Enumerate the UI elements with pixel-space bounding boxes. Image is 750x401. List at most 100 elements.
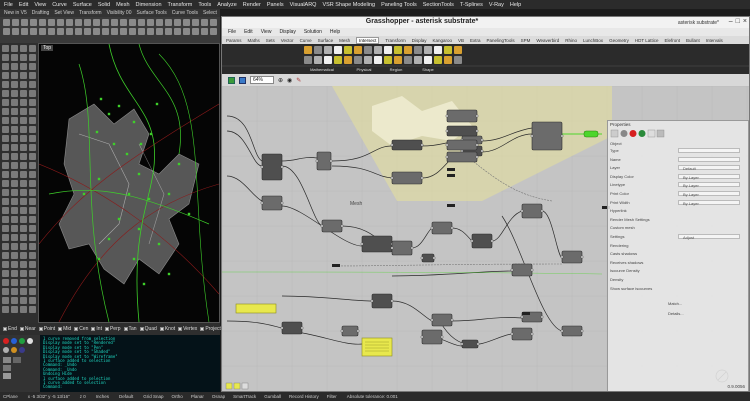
checkbox-icon[interactable] [139,327,144,331]
tool-icon[interactable] [414,56,422,64]
tool-icon[interactable] [2,135,9,142]
menu-view[interactable]: View [34,2,46,8]
menu-render[interactable]: Render [243,2,261,8]
checkbox-icon[interactable] [19,327,24,331]
tool-icon[interactable] [2,306,9,313]
tool-icon[interactable] [394,56,402,64]
output-port[interactable] [340,224,344,228]
tool-icon[interactable] [11,144,18,151]
output-port[interactable] [560,134,564,138]
control-point[interactable] [99,97,103,101]
property-row[interactable]: Settings Adjust [610,234,746,240]
input-port[interactable] [280,326,284,330]
tool-icon[interactable] [20,72,27,79]
input-port[interactable] [390,246,394,250]
checkbox-icon[interactable] [159,327,164,331]
tool-icon[interactable] [11,198,18,205]
tool-icon[interactable] [29,252,36,259]
tool-icon[interactable] [364,46,372,54]
tool-icon[interactable] [404,46,412,54]
tool-icon[interactable] [11,243,18,250]
menu-tools[interactable]: Tools [198,2,211,8]
tool-icon[interactable] [29,162,36,169]
tool-icon[interactable] [374,46,382,54]
toolbar-tab-select[interactable]: Select [203,10,217,16]
tool-icon[interactable] [120,19,127,26]
tool-icon[interactable] [138,28,145,35]
gh-component-node[interactable] [391,171,423,185]
gh-titlebar[interactable]: Grasshopper - asterisk substrate* asteri… [222,17,749,28]
checkbox-icon[interactable] [200,327,205,331]
control-point[interactable] [167,272,171,276]
output-port[interactable] [530,268,534,272]
osnap-mid[interactable]: Mid [58,326,71,332]
control-point[interactable] [107,112,111,116]
rhino-left-tool-palette[interactable] [0,43,38,323]
tool-icon[interactable] [29,126,36,133]
gh-tab-hdt-lattice[interactable]: HDT Lattice [635,38,659,43]
control-point[interactable] [142,282,146,286]
tool-icon[interactable] [20,63,27,70]
control-point[interactable] [132,257,136,261]
tool-icon[interactable] [20,198,27,205]
input-port[interactable] [430,226,434,230]
gh-component-node[interactable] [431,313,453,327]
tool-icon[interactable] [183,28,190,35]
tool-icon[interactable] [20,261,27,268]
tool-icon[interactable] [48,19,55,26]
canvas-corner-icon-3[interactable] [241,382,249,390]
tool-icon[interactable] [444,46,452,54]
property-row[interactable]: Isocurve Density [610,268,746,274]
tool-icon[interactable] [11,99,18,106]
gh-component-node[interactable] [511,327,533,341]
input-port[interactable] [470,239,474,243]
control-point[interactable] [82,192,86,196]
tool-icon[interactable] [11,288,18,295]
tool-icon[interactable] [12,28,19,35]
status-toggle-gumball[interactable]: Gumball [264,394,281,399]
control-point[interactable] [187,212,191,216]
tool-icon[interactable] [11,297,18,304]
tool-icon[interactable] [11,189,18,196]
tool-icon[interactable] [444,56,452,64]
control-point[interactable] [157,242,161,246]
status-toggle-grid-snap[interactable]: Grid Snap [143,394,163,399]
tool-icon[interactable] [129,19,136,26]
tool-icon[interactable] [11,252,18,259]
tool-icon[interactable] [29,207,36,214]
tool-icon[interactable] [20,180,27,187]
property-row[interactable]: Print Width By Layer [610,199,746,206]
gh-tab-spm[interactable]: SPM [521,38,531,43]
display-icons[interactable] [0,335,40,392]
tool-icon[interactable] [2,162,9,169]
gh-component-node[interactable] [261,153,283,181]
menu-surface[interactable]: Surface [73,2,92,8]
tool-icon[interactable] [20,90,27,97]
tool-icon[interactable] [29,234,36,241]
gh-component-node[interactable] [421,329,443,345]
input-port[interactable] [420,256,424,260]
tool-icon[interactable] [84,19,91,26]
tool-icon[interactable] [20,153,27,160]
tool-icon[interactable] [57,28,64,35]
control-point[interactable] [139,142,143,146]
tool-icon[interactable] [20,117,27,124]
input-port[interactable] [520,315,524,319]
tool-icon[interactable] [11,54,18,61]
tool-icon[interactable] [2,144,9,151]
tool-icon[interactable] [39,28,46,35]
control-point[interactable] [97,257,101,261]
tool-icon[interactable] [424,46,432,54]
tool-icon[interactable] [324,46,332,54]
tool-icon[interactable] [102,28,109,35]
tool-icon[interactable] [384,56,392,64]
tool-icon[interactable] [354,46,362,54]
tool-icon[interactable] [39,19,46,26]
gh-component-node[interactable] [461,339,479,349]
minimize-icon[interactable]: – [729,18,733,25]
gh-tab-geometry[interactable]: Geometry [609,38,629,43]
gh-tab-display[interactable]: Display [412,38,427,43]
osnap-point[interactable]: Point [38,326,55,332]
gh-ribbon[interactable]: Mathematical Physical Region Shape [222,44,749,74]
gh-component-node[interactable] [261,195,283,211]
